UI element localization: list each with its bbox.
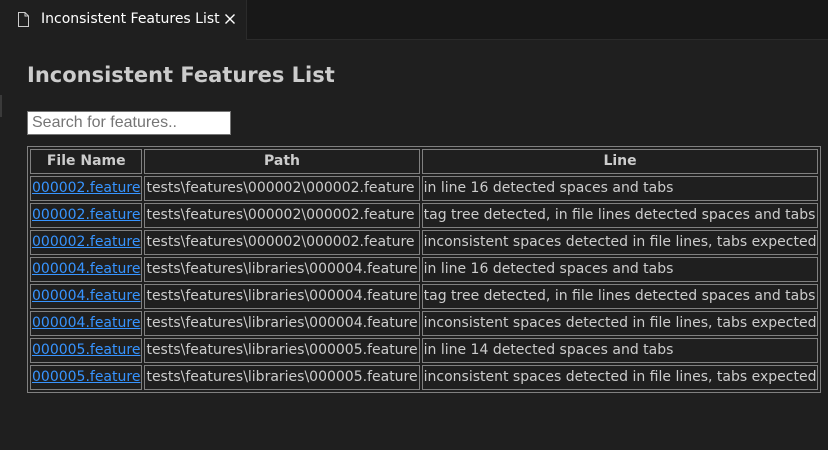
file-name-cell: 000004.feature bbox=[30, 284, 143, 309]
file-link[interactable]: 000002.feature bbox=[32, 234, 140, 250]
search-input[interactable] bbox=[27, 111, 231, 135]
path-cell: tests\features\000002\000002.feature bbox=[144, 176, 420, 201]
path-cell: tests\features\libraries\000005.feature bbox=[144, 365, 420, 390]
table-row: 000002.feature tests\features\000002\000… bbox=[30, 230, 819, 255]
file-name-cell: 000004.feature bbox=[30, 257, 143, 282]
table-row: 000005.feature tests\features\libraries\… bbox=[30, 365, 819, 390]
line-cell: inconsistent spaces detected in file lin… bbox=[421, 365, 819, 390]
line-cell: in line 16 detected spaces and tabs bbox=[421, 257, 819, 282]
column-header-line[interactable]: Line bbox=[421, 149, 819, 174]
path-cell: tests\features\libraries\000004.feature bbox=[144, 311, 420, 336]
features-table: File Name Path Line 000002.feature tests… bbox=[27, 146, 822, 393]
file-link[interactable]: 000004.feature bbox=[32, 288, 140, 304]
file-name-cell: 000004.feature bbox=[30, 311, 143, 336]
path-cell: tests\features\libraries\000004.feature bbox=[144, 257, 420, 282]
file-link[interactable]: 000002.feature bbox=[32, 180, 140, 196]
table-row: 000002.feature tests\features\000002\000… bbox=[30, 203, 819, 228]
file-name-cell: 000005.feature bbox=[30, 338, 143, 363]
file-name-cell: 000002.feature bbox=[30, 230, 143, 255]
path-cell: tests\features\libraries\000005.feature bbox=[144, 338, 420, 363]
table-row: 000005.feature tests\features\libraries\… bbox=[30, 338, 819, 363]
file-name-cell: 000005.feature bbox=[30, 365, 143, 390]
file-icon bbox=[18, 12, 29, 27]
table-header-row: File Name Path Line bbox=[30, 149, 819, 174]
tab-label: Inconsistent Features List bbox=[41, 11, 220, 27]
table-row: 000004.feature tests\features\libraries\… bbox=[30, 284, 819, 309]
line-cell: in line 14 detected spaces and tabs bbox=[421, 338, 819, 363]
scroll-marker bbox=[0, 95, 2, 117]
file-link[interactable]: 000005.feature bbox=[32, 342, 140, 358]
table-row: 000004.feature tests\features\libraries\… bbox=[30, 311, 819, 336]
column-header-file-name[interactable]: File Name bbox=[30, 149, 143, 174]
table-row: 000004.feature tests\features\libraries\… bbox=[30, 257, 819, 282]
column-header-path[interactable]: Path bbox=[144, 149, 420, 174]
line-cell: in line 16 detected spaces and tabs bbox=[421, 176, 819, 201]
line-cell: inconsistent spaces detected in file lin… bbox=[421, 311, 819, 336]
path-cell: tests\features\libraries\000004.feature bbox=[144, 284, 420, 309]
file-name-cell: 000002.feature bbox=[30, 176, 143, 201]
page-title: Inconsistent Features List bbox=[27, 63, 335, 87]
file-link[interactable]: 000005.feature bbox=[32, 369, 140, 385]
file-name-cell: 000002.feature bbox=[30, 203, 143, 228]
path-cell: tests\features\000002\000002.feature bbox=[144, 203, 420, 228]
line-cell: inconsistent spaces detected in file lin… bbox=[421, 230, 819, 255]
path-cell: tests\features\000002\000002.feature bbox=[144, 230, 420, 255]
line-cell: tag tree detected, in file lines detecte… bbox=[421, 203, 819, 228]
close-icon[interactable] bbox=[222, 11, 238, 27]
table-row: 000002.feature tests\features\000002\000… bbox=[30, 176, 819, 201]
file-link[interactable]: 000002.feature bbox=[32, 207, 140, 223]
editor-tab-bar: Inconsistent Features List bbox=[0, 0, 828, 40]
line-cell: tag tree detected, in file lines detecte… bbox=[421, 284, 819, 309]
file-link[interactable]: 000004.feature bbox=[32, 261, 140, 277]
tab-inconsistent-features-list[interactable]: Inconsistent Features List bbox=[0, 0, 247, 40]
file-link[interactable]: 000004.feature bbox=[32, 315, 140, 331]
